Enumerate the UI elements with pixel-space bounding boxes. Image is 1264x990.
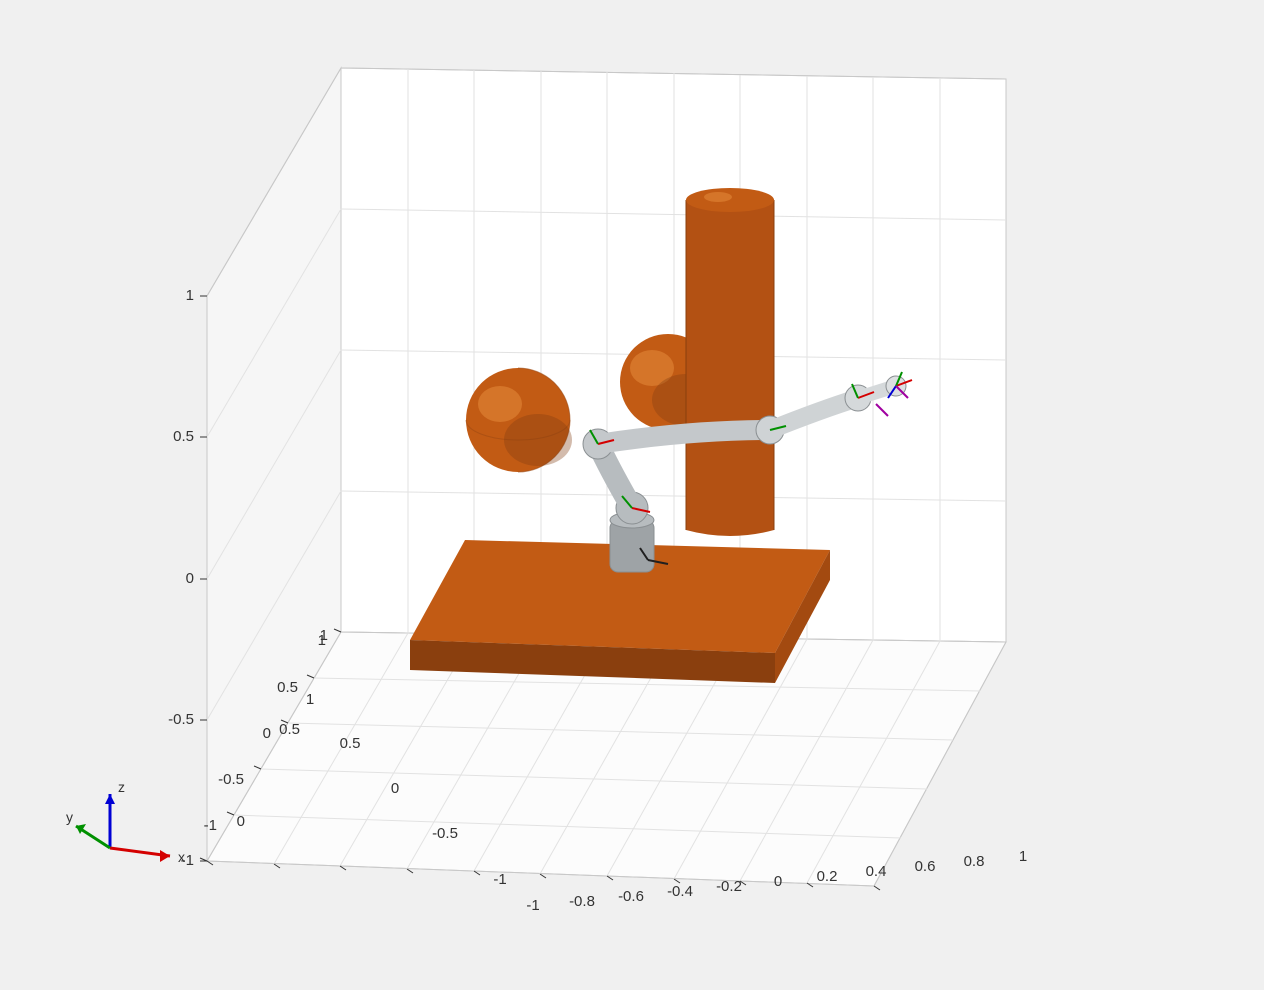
x-tick-label: -0.4 bbox=[667, 883, 693, 900]
svg-text:1: 1 bbox=[318, 632, 326, 649]
svg-text:-1: -1 bbox=[204, 817, 217, 834]
z-tick-label: -0.5 bbox=[168, 711, 194, 728]
svg-text:0: 0 bbox=[263, 725, 271, 742]
svg-text:-1: -1 bbox=[493, 871, 506, 888]
x-tick-label: 1 bbox=[1019, 848, 1027, 865]
svg-text:-0.5: -0.5 bbox=[218, 771, 244, 788]
x-tick-label: -1 bbox=[526, 897, 539, 914]
svg-text:0.5: 0.5 bbox=[340, 735, 361, 752]
axis-indicator-y-label: y bbox=[66, 809, 73, 825]
svg-text:1: 1 bbox=[306, 691, 314, 708]
axis-indicator: z x y bbox=[66, 779, 185, 865]
y-tick-label: 0 bbox=[237, 813, 245, 830]
y-tick-label: 0.5 bbox=[279, 721, 300, 738]
x-tick-label: 0.6 bbox=[915, 858, 936, 875]
scene-svg[interactable]: 1 0.5 0 -0.5 -1 1 0.5 0 1 0.5 0 -0.5 -1 bbox=[0, 0, 1264, 985]
figure-3d-scene: 1 0.5 0 -0.5 -1 1 0.5 0 1 0.5 0 -0.5 -1 bbox=[0, 0, 1264, 985]
x-tick-label: 0.2 bbox=[817, 868, 838, 885]
x-tick-label: -0.2 bbox=[716, 878, 742, 895]
x-tick-label: 0.8 bbox=[964, 853, 985, 870]
x-tick-label: 0.4 bbox=[866, 863, 887, 880]
z-axis-ticks bbox=[200, 296, 207, 861]
x-tick-label: -0.8 bbox=[569, 893, 595, 910]
cylinder bbox=[686, 188, 774, 536]
x-tick-label: 0 bbox=[774, 873, 782, 890]
svg-text:0: 0 bbox=[391, 780, 399, 797]
z-tick-label: 0 bbox=[186, 570, 194, 587]
z-axis-labels: 1 0.5 0 -0.5 -1 bbox=[168, 287, 194, 869]
axis-indicator-x-label: x bbox=[178, 849, 185, 865]
axis-indicator-z-label: z bbox=[118, 779, 125, 795]
z-tick-label: 1 bbox=[186, 287, 194, 304]
svg-text:0.5: 0.5 bbox=[277, 679, 298, 696]
svg-text:-0.5: -0.5 bbox=[432, 825, 458, 842]
x-tick-label: -0.6 bbox=[618, 888, 644, 905]
z-tick-label: 0.5 bbox=[173, 428, 194, 445]
